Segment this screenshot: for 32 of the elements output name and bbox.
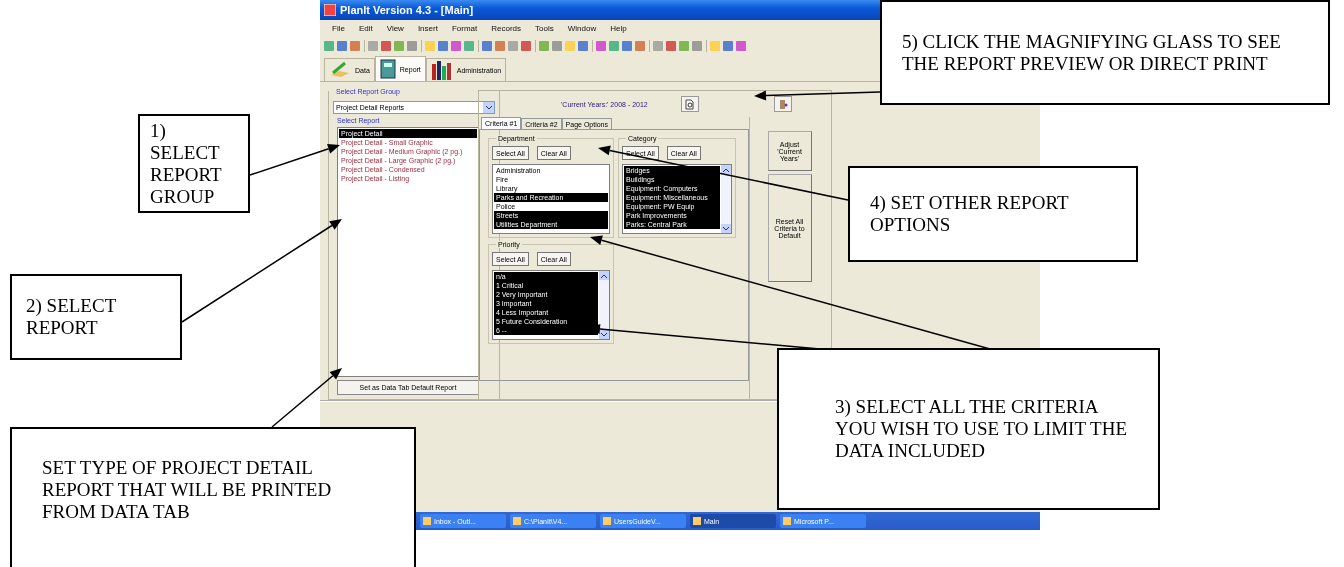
menu-item[interactable]: Records bbox=[491, 23, 522, 33]
door-icon bbox=[778, 98, 788, 110]
window-icon bbox=[513, 517, 521, 525]
menu-item[interactable]: Help bbox=[610, 23, 627, 33]
window-title: PlanIt Version 4.3 - [Main] bbox=[340, 4, 475, 16]
menu-item[interactable]: File bbox=[332, 23, 345, 33]
notebook-icon bbox=[379, 59, 396, 79]
preview-button[interactable] bbox=[681, 96, 699, 112]
window-icon bbox=[693, 517, 701, 525]
callout-box: SET TYPE OF PROJECT DETAIL REPORT THAT WILL BE PRINTED FROM DATA TAB bbox=[10, 427, 416, 567]
callout-arrow bbox=[271, 368, 342, 428]
window-icon bbox=[783, 517, 791, 525]
menu-item[interactable]: Insert bbox=[417, 23, 438, 33]
menu-item[interactable]: View bbox=[386, 23, 404, 33]
app-icon bbox=[324, 4, 336, 16]
page-magnifier-icon bbox=[685, 98, 695, 110]
callout-box: 2) SELECT REPORT bbox=[10, 274, 182, 360]
menu-item[interactable]: Edit bbox=[358, 23, 373, 33]
callout-box: 3) SELECT ALL THE CRITERIA YOU WISH TO USE TO LIMIT THE DATA INCLUDED bbox=[777, 348, 1160, 510]
scroll-bar[interactable] bbox=[721, 165, 731, 233]
books-icon bbox=[430, 60, 453, 80]
scroll-bar[interactable] bbox=[599, 271, 609, 339]
exit-button[interactable] bbox=[774, 96, 792, 112]
callout-box: 1) SELECT REPORT GROUP bbox=[138, 114, 250, 213]
callout-box: 4) SET OTHER REPORT OPTIONS bbox=[848, 166, 1138, 262]
callout-box: 5) CLICK THE MAGNIFYING GLASS TO SEE THE REPORT PREVIEW OR DIRECT PRINT bbox=[880, 0, 1330, 105]
window-icon bbox=[603, 517, 611, 525]
menu-item[interactable]: Tools bbox=[535, 23, 554, 33]
menu-item[interactable]: Format bbox=[451, 23, 478, 33]
pencil-book-icon bbox=[329, 61, 351, 79]
menu-item[interactable]: Window bbox=[567, 23, 597, 33]
window-icon bbox=[423, 517, 431, 525]
